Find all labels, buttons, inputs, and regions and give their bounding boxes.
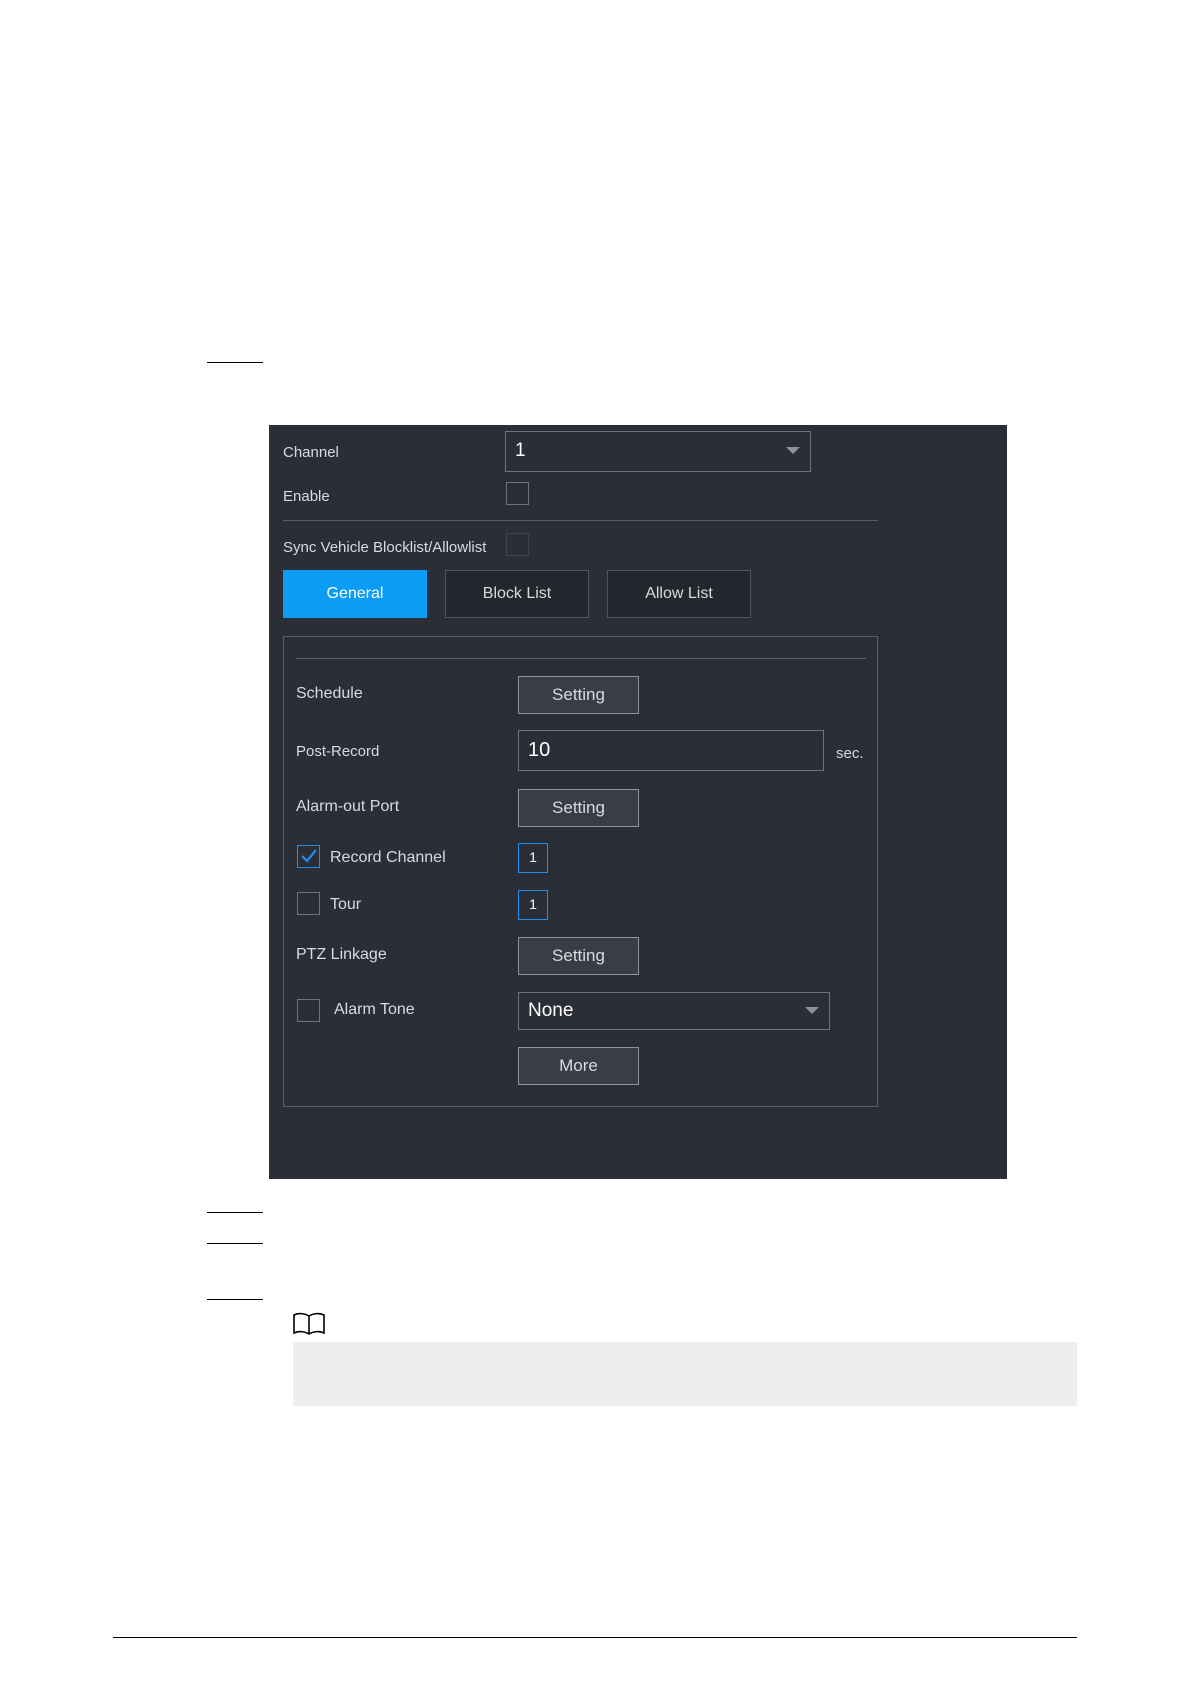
caret-down-icon [786, 447, 800, 454]
record-channel-checkbox[interactable] [297, 845, 320, 868]
checkmark-icon [301, 849, 317, 863]
record-channel-label: Record Channel [330, 849, 446, 866]
ptz-linkage-label: PTZ Linkage [296, 946, 387, 963]
section-divider [283, 520, 878, 521]
step-marker [207, 1212, 263, 1213]
tour-checkbox[interactable] [297, 892, 320, 915]
tab-block-list[interactable]: Block List [445, 570, 589, 618]
enable-checkbox[interactable] [506, 482, 529, 505]
channel-select-value: 1 [515, 440, 526, 461]
step-marker [207, 1243, 263, 1244]
note-box [293, 1342, 1077, 1406]
record-channel-number[interactable]: 1 [518, 843, 548, 873]
book-icon [293, 1312, 325, 1335]
enable-label: Enable [283, 488, 330, 505]
tour-number[interactable]: 1 [518, 890, 548, 920]
step-marker [207, 1299, 263, 1300]
more-button[interactable]: More [518, 1047, 639, 1085]
footer-divider [113, 1637, 1077, 1638]
sync-checkbox[interactable] [506, 533, 529, 556]
alarm-tone-select[interactable]: None [518, 992, 830, 1030]
alarm-tone-label: Alarm Tone [334, 1001, 415, 1018]
alarm-out-label: Alarm-out Port [296, 798, 400, 815]
post-record-unit: sec. [836, 745, 864, 762]
tab-allow-list[interactable]: Allow List [607, 570, 751, 618]
alarm-tone-checkbox[interactable] [297, 999, 320, 1022]
tour-label: Tour [330, 896, 362, 913]
caret-down-icon [805, 1007, 819, 1014]
schedule-setting-button[interactable]: Setting [518, 676, 639, 714]
alarm-out-setting-button[interactable]: Setting [518, 789, 639, 827]
schedule-label: Schedule [296, 685, 363, 702]
channel-label: Channel [283, 444, 339, 461]
post-record-input[interactable] [518, 730, 824, 771]
tab-general[interactable]: General [283, 570, 427, 618]
sync-label: Sync Vehicle Blocklist/Allowlist [283, 539, 487, 556]
box-divider [296, 658, 866, 659]
channel-select[interactable]: 1 [505, 431, 811, 472]
post-record-label: Post-Record [296, 743, 380, 760]
alarm-tone-value: None [528, 1000, 574, 1021]
ptz-setting-button[interactable]: Setting [518, 937, 639, 975]
step-marker [207, 362, 263, 363]
